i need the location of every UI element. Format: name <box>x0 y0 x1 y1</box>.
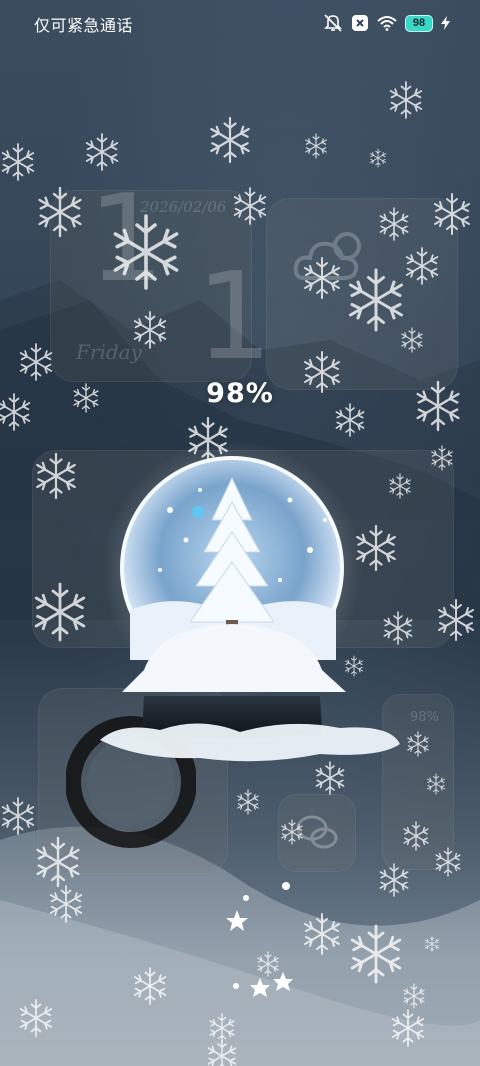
snowflakes-overlay <box>0 81 474 1066</box>
